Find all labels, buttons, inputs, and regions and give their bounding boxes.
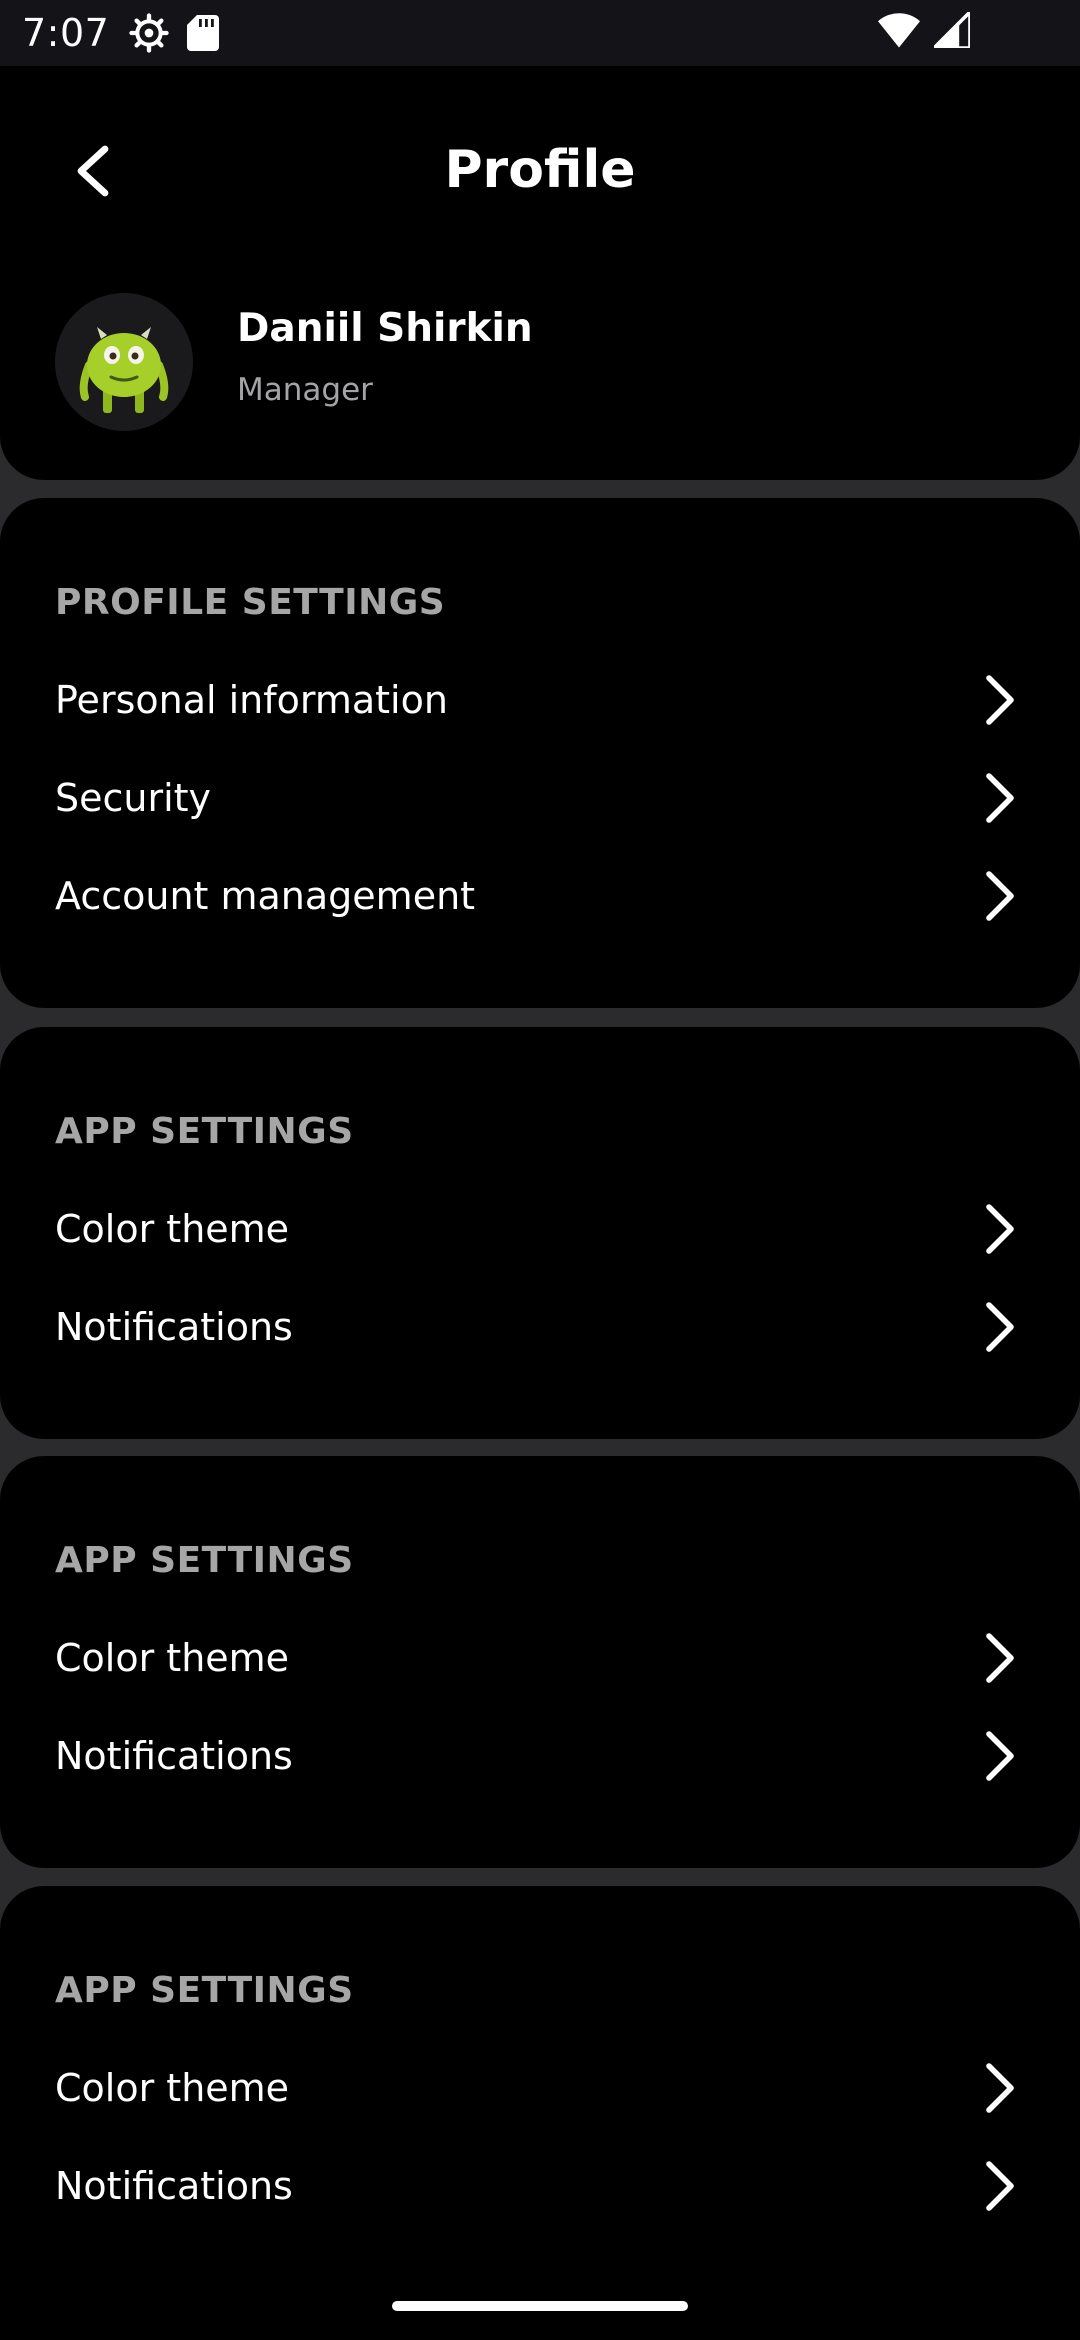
menu-item-label: Color theme [55, 2066, 290, 2110]
chevron-right-icon [980, 768, 1020, 828]
status-time: 7:07 [22, 11, 110, 55]
menu-item-label: Personal information [55, 678, 448, 722]
menu-item-color-theme[interactable]: Color theme [0, 2040, 1080, 2136]
cell-signal-icon [929, 7, 972, 52]
menu-item-notifications[interactable]: Notifications [0, 1279, 1080, 1375]
menu-item-label: Security [55, 776, 212, 820]
menu-item-color-theme[interactable]: Color theme [0, 1181, 1080, 1277]
sd-card-icon [187, 15, 220, 51]
chevron-right-icon [980, 2058, 1020, 2118]
menu-item-label: Color theme [55, 1207, 290, 1251]
user-role: Manager [237, 372, 373, 408]
status-bar: 7:07 [0, 0, 1080, 66]
menu-item-label: Notifications [55, 2164, 293, 2208]
chevron-right-icon [980, 2156, 1020, 2216]
monster-avatar-image [55, 293, 193, 431]
wifi-icon [878, 12, 920, 52]
home-indicator[interactable] [392, 2301, 688, 2311]
menu-item-label: Notifications [55, 1305, 293, 1349]
app-settings-card: APP SETTINGS Color theme Notifications [0, 1886, 1080, 2340]
menu-item-notifications[interactable]: Notifications [0, 2138, 1080, 2234]
chevron-right-icon [980, 670, 1020, 730]
menu-item-label: Account management [55, 874, 476, 918]
app-settings-card: APP SETTINGS Color theme Notifications [0, 1027, 1080, 1439]
settings-gear-icon [129, 13, 170, 53]
profile-settings-card: PROFILE SETTINGS Personal information Se… [0, 498, 1080, 1008]
chevron-right-icon [980, 866, 1020, 926]
chevron-right-icon [980, 1199, 1020, 1259]
section-title: APP SETTINGS [55, 1111, 354, 1152]
chevron-right-icon [980, 1726, 1020, 1786]
user-name: Daniil Shirkin [237, 306, 533, 351]
avatar[interactable] [55, 293, 193, 431]
app-settings-card: APP SETTINGS Color theme Notifications [0, 1456, 1080, 1868]
section-title: PROFILE SETTINGS [55, 582, 446, 623]
menu-item-notifications[interactable]: Notifications [0, 1708, 1080, 1804]
chevron-right-icon [980, 1297, 1020, 1357]
profile-screen: 7:07 Profile Daniil Shirkin Manager PROF… [0, 0, 1080, 2340]
section-title: APP SETTINGS [55, 1970, 354, 2011]
section-title: APP SETTINGS [55, 1540, 354, 1581]
menu-item-label: Notifications [55, 1734, 293, 1778]
menu-item-personal-information[interactable]: Personal information [0, 652, 1080, 748]
menu-item-color-theme[interactable]: Color theme [0, 1610, 1080, 1706]
menu-item-label: Color theme [55, 1636, 290, 1680]
chevron-right-icon [980, 1628, 1020, 1688]
page-title: Profile [444, 140, 636, 200]
menu-item-security[interactable]: Security [0, 750, 1080, 846]
menu-item-account-management[interactable]: Account management [0, 848, 1080, 944]
